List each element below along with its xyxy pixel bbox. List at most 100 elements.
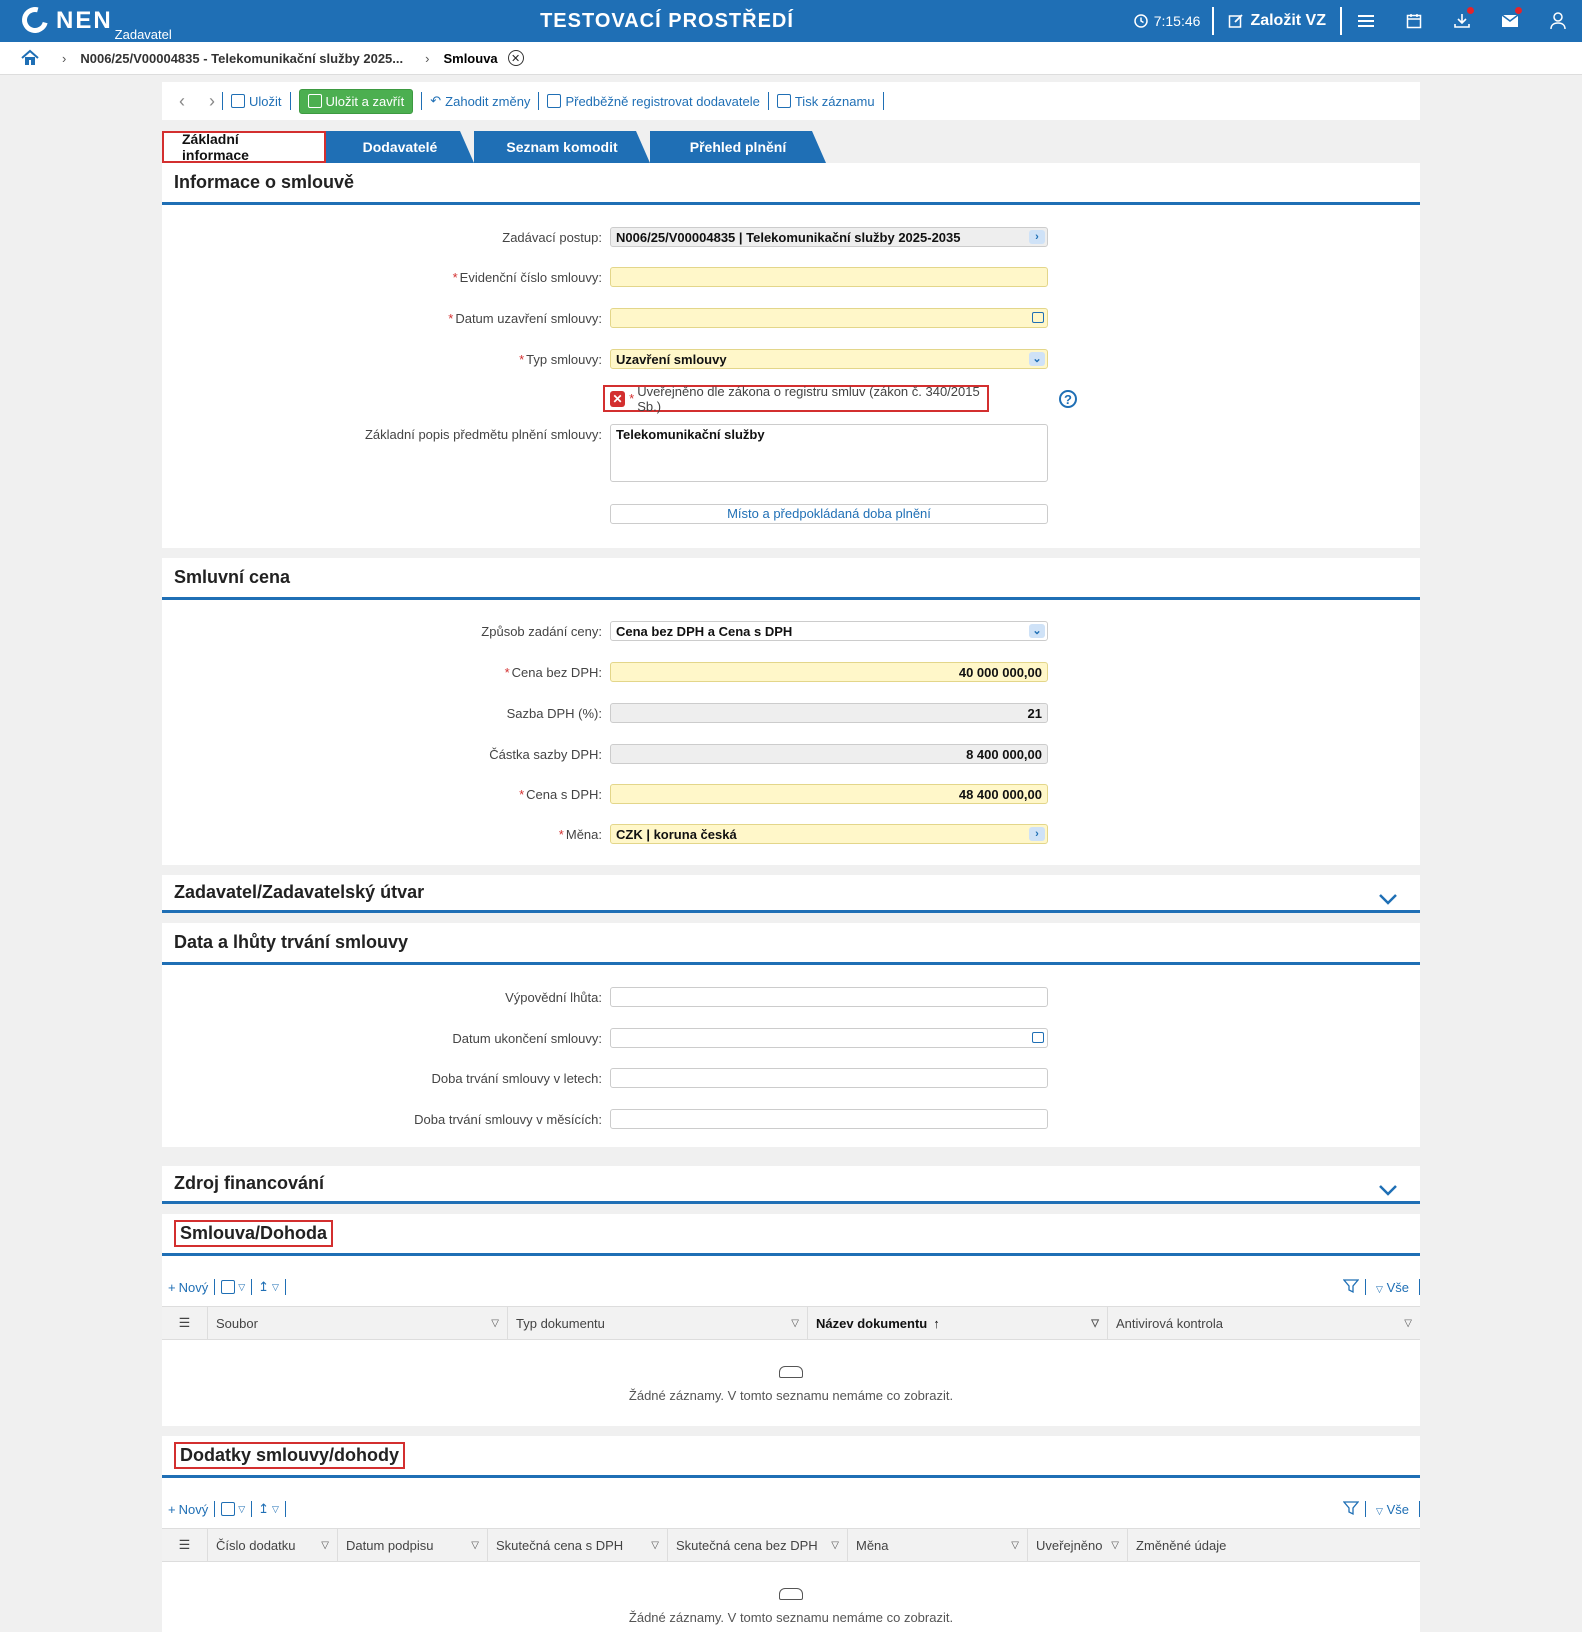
chevron-down-icon[interactable]: ⌄ — [1029, 624, 1045, 638]
breadcrumb-item-procedure[interactable]: N006/25/V00004835 - Telekomunikační služ… — [80, 51, 403, 66]
chevron-down-icon[interactable] — [1378, 885, 1398, 911]
tab-suppliers[interactable]: Dodavatelé — [326, 131, 474, 163]
print-icon — [221, 1280, 236, 1294]
export-menu-button[interactable]: ↥ ▽ — [252, 1501, 285, 1517]
view-selector[interactable]: ▽ Vše — [1372, 1280, 1413, 1295]
duration-months-input[interactable] — [610, 1109, 1048, 1129]
filter-icon[interactable] — [1342, 1500, 1360, 1519]
chevron-right-icon[interactable]: › — [1029, 827, 1045, 841]
column-header-sign-date[interactable]: Datum podpisu ▽ — [338, 1529, 488, 1561]
end-date-input[interactable] — [610, 1028, 1048, 1048]
contracting-authority-panel[interactable]: Zadavatel/Zadavatelský útvar — [162, 875, 1420, 913]
print-record-button[interactable]: Tisk záznamu — [769, 94, 883, 109]
unchecked-x-icon[interactable]: ✕ — [610, 390, 626, 407]
print-menu-button[interactable]: ▽ — [215, 1280, 251, 1294]
price-with-vat-input[interactable]: 48 400 000,00 — [610, 784, 1048, 804]
export-icon: ↥ — [258, 1279, 270, 1294]
mail-icon[interactable] — [1486, 0, 1534, 42]
empty-message: Žádné záznamy. V tomto seznamu nemáme co… — [628, 1610, 954, 1625]
breadcrumb: › N006/25/V00004835 - Telekomunikační sl… — [0, 42, 1582, 75]
calendar-icon[interactable] — [1032, 312, 1044, 323]
home-icon[interactable] — [20, 48, 40, 68]
filter-triangle-icon: ▽ — [1111, 1539, 1119, 1551]
empty-message: Žádné záznamy. V tomto seznamu nemáme co… — [628, 1388, 954, 1403]
duration-years-input[interactable] — [610, 1068, 1048, 1088]
view-selector[interactable]: ▽ Vše — [1372, 1502, 1413, 1517]
menu-icon[interactable] — [1342, 0, 1390, 42]
column-header-price-with-vat[interactable]: Skutečná cena s DPH ▽ — [488, 1529, 668, 1561]
preregister-supplier-button[interactable]: Předběžně registrovat dodavatele — [539, 94, 767, 109]
save-icon — [231, 94, 245, 108]
price-method-label: Způsob zadání ceny: — [481, 624, 602, 639]
column-settings-icon[interactable]: ☰ — [162, 1307, 208, 1339]
contract-type-select[interactable]: Uzavření smlouvy ⌄ — [610, 349, 1048, 369]
currency-label: * Měna: — [558, 827, 602, 842]
price-with-vat-label: * Cena s DPH: — [519, 787, 602, 802]
chevron-down-icon[interactable] — [1378, 1176, 1398, 1202]
column-header-amendment-no[interactable]: Číslo dodatku ▽ — [208, 1529, 338, 1561]
previous-icon[interactable]: ‹ — [172, 91, 192, 112]
create-vz-button[interactable]: Založit VZ — [1212, 7, 1342, 35]
column-header-doc-name[interactable]: Název dokumentu ↑ ▽ — [808, 1307, 1108, 1339]
funding-source-panel[interactable]: Zdroj financování — [162, 1166, 1420, 1204]
tab-fulfilment[interactable]: Přehled plnění — [650, 131, 826, 163]
place-and-time-button[interactable]: Místo a předpokládaná doba plnění — [610, 504, 1048, 524]
save-and-close-button[interactable]: Uložit a zavřít — [298, 88, 414, 114]
save-label: Uložit — [249, 93, 282, 109]
print-menu-button[interactable]: ▽ — [215, 1502, 251, 1516]
section-title: Dodatky smlouvy/dohody — [162, 1436, 1420, 1478]
column-header-published[interactable]: Uveřejněno ▽ — [1028, 1529, 1128, 1561]
currency-field[interactable]: CZK | koruna česká › — [610, 824, 1048, 844]
print-record-label: Tisk záznamu — [794, 93, 875, 109]
divider — [284, 1501, 286, 1517]
all-label: Vše — [1386, 1501, 1409, 1517]
help-icon[interactable]: ? — [1059, 390, 1077, 408]
section-title-text: Smlouva/Dohoda — [174, 1220, 334, 1247]
new-amendment-button[interactable]: + Nový — [162, 1502, 214, 1517]
preregister-supplier-label: Předběžně registrovat dodavatele — [565, 93, 760, 109]
filter-icon[interactable] — [1342, 1278, 1360, 1297]
save-button[interactable]: Uložit — [223, 94, 290, 109]
filter-triangle-icon: ▽ — [651, 1539, 659, 1551]
chevron-down-icon[interactable]: ⌄ — [1029, 352, 1045, 366]
column-header-doc-type[interactable]: Typ dokumentu ▽ — [508, 1307, 808, 1339]
chevron-right-icon[interactable]: › — [1029, 230, 1045, 244]
tab-basic-info[interactable]: Základní informace — [162, 131, 326, 163]
user-icon[interactable] — [1534, 0, 1582, 42]
tab-commodities[interactable]: Seznam komodit — [474, 131, 650, 163]
notice-period-label: Výpovědní lhůta: — [505, 990, 602, 1005]
evidence-number-input[interactable] — [610, 267, 1048, 287]
discard-changes-button[interactable]: ↶ Zahodit změny — [422, 93, 538, 109]
column-header-antivirus[interactable]: Antivirová kontrola ▽ — [1108, 1307, 1420, 1339]
close-icon[interactable]: ✕ — [507, 50, 524, 66]
vat-rate-field: 21 — [610, 703, 1048, 723]
export-menu-button[interactable]: ↥ ▽ — [252, 1279, 285, 1295]
column-header-changed-data[interactable]: Změněné údaje — [1128, 1529, 1420, 1561]
calendar-icon[interactable] — [1032, 1032, 1044, 1043]
column-header-price-without-vat[interactable]: Skutečná cena bez DPH ▽ — [668, 1529, 848, 1561]
discard-changes-label: Zahodit změny — [445, 93, 531, 109]
description-textarea[interactable]: Telekomunikační služby — [610, 424, 1048, 482]
chevron-right-icon: › — [425, 50, 430, 66]
filter-triangle-icon: ▽ — [1404, 1317, 1412, 1329]
empty-state: Žádné záznamy. V tomto seznamu nemáme co… — [162, 1366, 1420, 1403]
calendar-icon[interactable] — [1390, 0, 1438, 42]
end-date-label: Datum ukončení smlouvy: — [452, 1031, 602, 1046]
new-document-button[interactable]: + Nový — [162, 1280, 214, 1295]
plus-icon: + — [168, 1501, 176, 1517]
download-icon[interactable] — [1438, 0, 1486, 42]
procedure-field[interactable]: N006/25/V00004835 | Telekomunikační služ… — [610, 227, 1048, 247]
conclusion-date-input[interactable] — [610, 308, 1048, 328]
column-header-file[interactable]: Soubor ▽ — [208, 1307, 508, 1339]
published-checkbox-row[interactable]: ✕ * Uveřejněno dle zákona o registru sml… — [603, 384, 989, 414]
notice-period-input[interactable] — [610, 987, 1048, 1007]
price-without-vat-input[interactable]: 40 000 000,00 — [610, 662, 1048, 682]
new-label: Nový — [178, 1501, 209, 1517]
column-header-currency[interactable]: Měna ▽ — [848, 1529, 1028, 1561]
next-icon[interactable]: › — [202, 91, 222, 112]
triangle-down-icon: ▽ — [238, 1503, 246, 1514]
column-settings-icon[interactable]: ☰ — [162, 1529, 208, 1561]
section-title-text: Zdroj financování — [174, 1173, 325, 1193]
price-method-select[interactable]: Cena bez DPH a Cena s DPH ⌄ — [610, 621, 1048, 641]
contract-type-value: Uzavření smlouvy — [616, 352, 727, 367]
